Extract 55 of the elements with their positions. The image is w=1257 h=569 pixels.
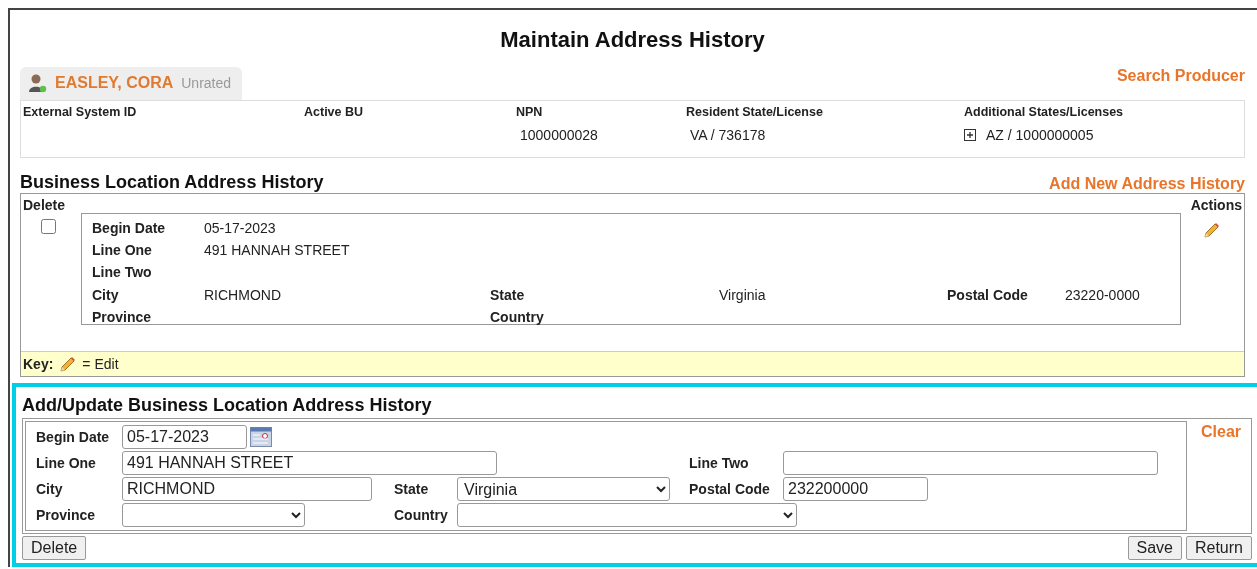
info-label: Resident State/License xyxy=(686,105,824,119)
field-label: State xyxy=(394,481,430,497)
field-value: 23220-0000 xyxy=(1065,286,1141,303)
column-header: Delete xyxy=(23,197,66,213)
info-label: Additional States/Licenses xyxy=(964,105,1125,119)
delete-checkbox[interactable] xyxy=(41,219,56,234)
section-heading: Business Location Address History xyxy=(20,172,324,193)
field-label: Postal Code xyxy=(947,286,1029,303)
field-label: Begin Date xyxy=(92,220,167,237)
expand-icon[interactable] xyxy=(964,129,976,141)
field-label: Country xyxy=(490,308,545,325)
calendar-icon[interactable] xyxy=(250,427,272,447)
field-label: Line Two xyxy=(92,264,153,281)
field-value: 491 HANNAH STREET xyxy=(204,242,351,259)
field-label: Province xyxy=(36,507,97,523)
field-label: Line One xyxy=(36,455,97,471)
text-field[interactable] xyxy=(783,451,1158,475)
field-label: Line One xyxy=(92,242,153,259)
rating-label: Unrated xyxy=(181,74,232,91)
info-value: 1000000028 xyxy=(520,127,598,143)
field-label: City xyxy=(92,286,120,303)
field-value: Virginia xyxy=(719,286,767,303)
producer-name: EASLEY, CORA xyxy=(55,73,174,92)
field-value: 05-17-2023 xyxy=(204,220,277,237)
pencil-icon xyxy=(59,355,77,373)
date-field[interactable]: 05-17-2023 xyxy=(122,425,247,449)
info-label: Active BU xyxy=(304,105,365,119)
pencil-icon[interactable] xyxy=(1203,222,1220,239)
key-text: = Edit xyxy=(82,356,119,372)
field-label: State xyxy=(490,286,526,303)
field-label: Country xyxy=(394,507,449,523)
field-label: City xyxy=(36,481,64,497)
info-value: AZ / 1000000005 xyxy=(986,127,1094,143)
text-field[interactable]: 491 HANNAH STREET xyxy=(122,451,497,475)
column-header: Actions xyxy=(1190,197,1242,213)
delete-button[interactable]: Delete xyxy=(22,536,87,560)
field-label: Line Two xyxy=(689,455,750,471)
dropdown[interactable] xyxy=(122,503,305,527)
dropdown[interactable] xyxy=(457,503,797,527)
info-label: External System ID xyxy=(23,105,138,119)
action-button[interactable]: Save xyxy=(1127,536,1182,560)
text-field[interactable]: 232200000 xyxy=(783,477,928,501)
field-value: RICHMOND xyxy=(204,286,282,303)
field-label: Postal Code xyxy=(689,481,771,497)
key-label: Key: xyxy=(23,356,54,372)
section-heading: Add/Update Business Location Address History xyxy=(22,395,433,416)
action-button[interactable]: Return xyxy=(1185,536,1252,560)
text-field[interactable]: RICHMOND xyxy=(122,477,372,501)
field-label: Begin Date xyxy=(36,429,111,445)
dropdown[interactable]: Virginia xyxy=(457,477,670,501)
person-icon xyxy=(27,72,47,93)
field-label: Province xyxy=(92,308,153,325)
page-title: Maintain Address History xyxy=(499,26,766,50)
info-label: NPN xyxy=(516,105,544,119)
info-value: VA / 736178 xyxy=(690,127,766,143)
